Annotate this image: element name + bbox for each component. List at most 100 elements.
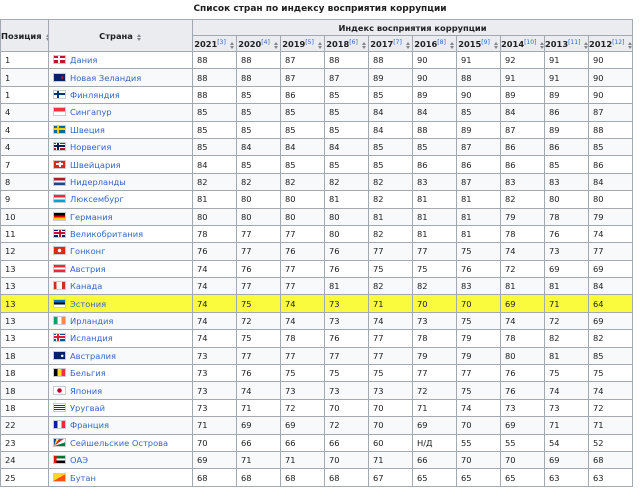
- score-cell: 72: [500, 259, 545, 279]
- belgium-flag-icon[interactable]: [53, 368, 66, 378]
- france-flag-icon[interactable]: [53, 420, 66, 430]
- column-header-year-2012[interactable]: 2012[12]: [587, 35, 634, 52]
- column-header-year-2014[interactable]: 2014[10]: [500, 35, 545, 52]
- score-cell: 77: [412, 364, 457, 383]
- reference-link[interactable]: [12]: [612, 39, 624, 46]
- reference-link[interactable]: [8]: [437, 39, 446, 46]
- norway-flag-icon[interactable]: [53, 142, 66, 152]
- score-cell: 80: [280, 190, 325, 209]
- country-link[interactable]: Нидерланды: [70, 177, 126, 187]
- score-cell: 86: [544, 103, 589, 122]
- country-link[interactable]: Австрия: [70, 264, 106, 274]
- bhutan-flag-icon[interactable]: [53, 472, 66, 482]
- country-link[interactable]: Швейцария: [70, 160, 121, 170]
- country-link[interactable]: Сейшельские Острова: [70, 438, 168, 448]
- score-cell: 84: [280, 137, 325, 157]
- column-header-year-2019[interactable]: 2019[5]: [280, 35, 325, 52]
- ireland-flag-icon[interactable]: [53, 316, 66, 326]
- country-cell: Нидерланды: [48, 172, 193, 192]
- score-cell: 85: [236, 103, 281, 122]
- score-cell: 75: [368, 364, 413, 383]
- country-cell: ОАЭ: [48, 450, 193, 470]
- score-cell: 90: [587, 50, 634, 70]
- reference-link[interactable]: [7]: [393, 39, 402, 46]
- score-cell: 71: [544, 416, 589, 435]
- score-cell: 67: [368, 468, 413, 487]
- germany-flag-icon[interactable]: [53, 211, 66, 221]
- reference-link[interactable]: [9]: [481, 39, 490, 46]
- reference-link[interactable]: [3]: [217, 39, 226, 46]
- reference-link[interactable]: [5]: [305, 39, 314, 46]
- score-cell: 52: [587, 433, 634, 452]
- seychelles-flag-icon[interactable]: [53, 437, 66, 447]
- country-link[interactable]: Сингапур: [70, 107, 112, 117]
- singapore-flag-icon[interactable]: [53, 107, 66, 117]
- country-link[interactable]: Бельгия: [70, 368, 106, 378]
- country-link[interactable]: Франция: [70, 420, 109, 430]
- country-link[interactable]: Бутан: [70, 473, 96, 483]
- luxembourg-flag-icon[interactable]: [53, 194, 66, 204]
- column-header-year-2013[interactable]: 2013[11]: [544, 35, 589, 52]
- column-header-position[interactable]: Позиция: [0, 19, 49, 52]
- reference-link[interactable]: [11]: [568, 39, 580, 46]
- table-row: 18 Япония 73 74 73 73 73 72 75 76 74 74: [0, 381, 634, 400]
- new-zealand-flag-icon[interactable]: [53, 72, 66, 82]
- score-cell: 74: [368, 311, 413, 331]
- column-header-year-2018[interactable]: 2018[6]: [324, 35, 369, 52]
- country-cell: Великобритания: [48, 224, 193, 244]
- australia-flag-icon[interactable]: [53, 350, 66, 360]
- country-link[interactable]: Уругвай: [70, 403, 105, 413]
- position-cell: 24: [0, 450, 49, 470]
- score-cell: 92: [500, 50, 545, 70]
- netherlands-flag-icon[interactable]: [53, 176, 66, 186]
- column-header-year-2017[interactable]: 2017[7]: [368, 35, 413, 52]
- score-cell: 71: [587, 416, 634, 435]
- country-link[interactable]: Германия: [70, 212, 113, 222]
- score-cell: 81: [192, 190, 237, 209]
- country-link[interactable]: Новая Зеландия: [70, 73, 141, 83]
- country-link[interactable]: Эстония: [70, 299, 106, 309]
- estonia-flag-icon[interactable]: [53, 298, 66, 308]
- country-link[interactable]: Канада: [70, 281, 102, 291]
- finland-flag-icon[interactable]: [53, 89, 66, 99]
- score-cell: 74: [192, 329, 237, 348]
- country-link[interactable]: ОАЭ: [70, 455, 88, 465]
- country-link[interactable]: Норвегия: [70, 142, 111, 152]
- table-row: 13 Ирландия 74 72 74 73 74 73 75 74 72 69: [0, 311, 634, 331]
- country-cell: Норвегия: [48, 137, 193, 157]
- country-link[interactable]: Исландия: [70, 333, 113, 343]
- column-header-year-2015[interactable]: 2015[9]: [456, 35, 501, 52]
- country-link[interactable]: Ирландия: [70, 316, 113, 326]
- austria-flag-icon[interactable]: [53, 263, 66, 273]
- uruguay-flag-icon[interactable]: [53, 403, 66, 412]
- japan-flag-icon[interactable]: [53, 385, 66, 395]
- hong-kong-flag-icon[interactable]: [53, 246, 66, 256]
- country-link[interactable]: Гонконг: [70, 246, 105, 256]
- country-link[interactable]: Финляндия: [70, 90, 120, 100]
- country-link[interactable]: Швеция: [70, 125, 105, 135]
- denmark-flag-icon[interactable]: [53, 55, 66, 65]
- switzerland-flag-icon[interactable]: [53, 159, 66, 169]
- column-header-year-2016[interactable]: 2016[8]: [412, 35, 457, 52]
- country-link[interactable]: Люксембург: [70, 194, 124, 204]
- position-cell: 13: [0, 311, 49, 331]
- reference-link[interactable]: [6]: [349, 39, 358, 46]
- country-link[interactable]: Австралия: [70, 351, 116, 361]
- iceland-flag-icon[interactable]: [53, 333, 66, 343]
- uae-flag-icon[interactable]: [53, 455, 66, 465]
- score-cell: 82: [412, 277, 457, 296]
- country-link[interactable]: Япония: [70, 386, 102, 396]
- country-link[interactable]: Великобритания: [70, 229, 143, 239]
- column-header-year-2020[interactable]: 2020[4]: [236, 35, 281, 52]
- canada-flag-icon[interactable]: [53, 281, 66, 291]
- score-cell: 79: [412, 346, 457, 366]
- position-cell: 12: [0, 242, 49, 261]
- country-link[interactable]: Дания: [70, 55, 97, 65]
- uk-flag-icon[interactable]: [53, 229, 66, 239]
- score-cell: 82: [368, 224, 413, 244]
- reference-link[interactable]: [4]: [261, 39, 270, 46]
- column-header-country[interactable]: Страна: [48, 19, 193, 52]
- column-header-year-2021[interactable]: 2021[3]: [192, 35, 237, 52]
- sweden-flag-icon[interactable]: [53, 124, 66, 134]
- reference-link[interactable]: [10]: [524, 39, 536, 46]
